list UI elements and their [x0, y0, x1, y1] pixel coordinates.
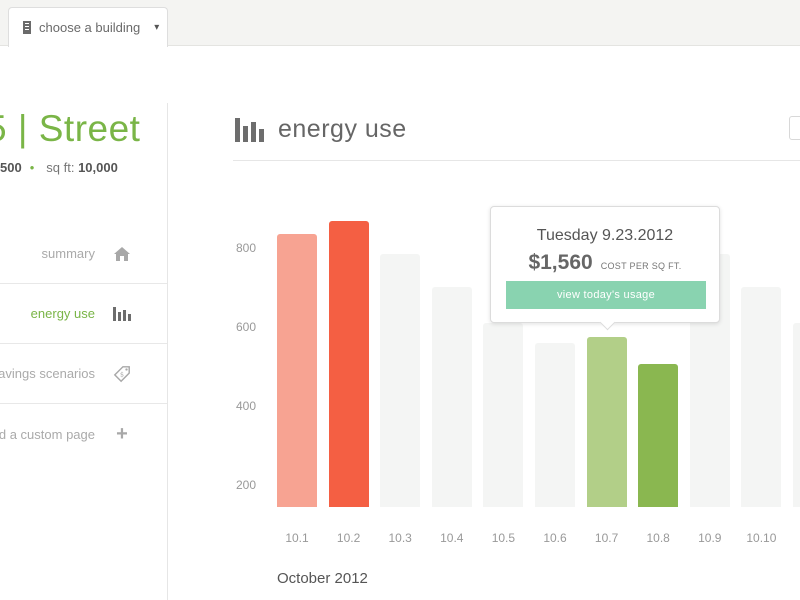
- x-tick-label: 10.8: [646, 531, 670, 545]
- chart-bar[interactable]: [741, 287, 782, 507]
- y-tick-label: 800: [235, 240, 256, 255]
- chart-bar[interactable]: [535, 342, 575, 507]
- x-tick-label: 10.7: [594, 531, 619, 545]
- usage-tooltip: Tuesday 9.23.2012 $1,560 COST PER SQ FT.…: [490, 206, 720, 323]
- y-tick-label: 400: [235, 399, 256, 414]
- chart-bar[interactable]: [483, 322, 524, 507]
- x-tick-label: 10.3: [388, 531, 412, 545]
- chart-bar[interactable]: [586, 336, 627, 507]
- chart-bar[interactable]: [638, 364, 679, 507]
- chart-bar[interactable]: [277, 233, 317, 507]
- y-tick-label: 200: [235, 478, 256, 493]
- tooltip-amount: $1,560: [528, 251, 593, 274]
- x-tick-label: 10.4: [440, 531, 464, 545]
- chart-bar[interactable]: [328, 221, 369, 507]
- x-tick-label: 10.2: [336, 531, 361, 545]
- y-tick-label: 600: [235, 319, 256, 334]
- chart-month-label: October 2012: [277, 570, 368, 587]
- x-tick-label: 10.10: [746, 531, 777, 545]
- chart-bar[interactable]: [380, 253, 421, 507]
- x-tick-label: 10.6: [543, 531, 567, 545]
- chart-bar[interactable]: [793, 322, 800, 507]
- view-todays-usage-button[interactable]: view today's usage: [506, 281, 706, 309]
- tooltip-cost: $1,560 COST PER SQ FT.: [491, 251, 719, 275]
- tooltip-unit: COST PER SQ FT.: [600, 261, 682, 271]
- x-tick-label: 10.1: [285, 531, 309, 545]
- x-tick-label: 10.9: [698, 531, 722, 545]
- x-tick-label: 10.5: [491, 531, 516, 545]
- tooltip-date: Tuesday 9.23.2012: [536, 227, 674, 244]
- chart-bar[interactable]: [431, 287, 472, 507]
